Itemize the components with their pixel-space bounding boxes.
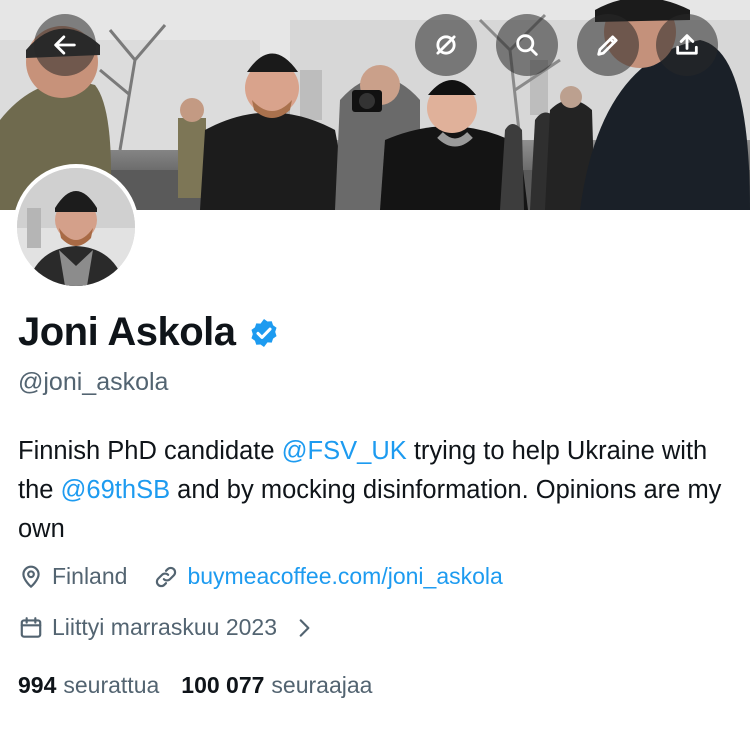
display-name: Joni Askola [18,310,236,354]
edit-button[interactable] [577,14,639,76]
share-button[interactable] [656,14,718,76]
following-label: seurattua [63,672,160,698]
back-button[interactable] [34,14,96,76]
following-stat[interactable]: 994 seurattua [18,672,159,699]
bio-mention-fsv[interactable]: @FSV_UK [282,437,407,465]
location-pin-icon [22,565,40,588]
bio-mention-69thsb[interactable]: @69thSB [61,476,171,504]
joined-row[interactable]: Liittyi marraskuu 2023 [18,614,317,641]
followers-label: seuraajaa [271,672,373,698]
grok-button[interactable] [415,14,477,76]
calendar-icon [20,616,42,638]
share-icon [676,34,698,55]
avatar-photo [17,168,135,286]
user-handle: @joni_askola [18,368,169,396]
website-link[interactable]: buymeacoffee.com/joni_askola [187,563,502,590]
search-icon [516,34,538,56]
follow-stats: 994 seurattua 100 077 seuraajaa [18,672,394,699]
profile-avatar[interactable] [13,164,139,290]
joined-date: Liittyi marraskuu 2023 [52,614,277,640]
followers-count: 100 077 [181,672,265,698]
profile-meta: Finland buymeacoffee.com/joni_askola [18,563,529,590]
location-item: Finland [18,563,127,590]
followers-stat[interactable]: 100 077 seuraajaa [181,672,372,699]
chevron-right-icon [299,618,310,637]
edit-icon [597,35,618,56]
grok-icon [436,35,456,55]
link-icon [156,566,177,587]
following-count: 994 [18,672,57,698]
search-button[interactable] [496,14,558,76]
joined-item[interactable]: Liittyi marraskuu 2023 [18,614,317,641]
arrow-left-icon [54,35,76,55]
profile-bio: Finnish PhD candidate @FSV_UK trying to … [18,432,738,549]
verified-badge-icon[interactable] [248,317,280,349]
website-item[interactable]: buymeacoffee.com/joni_askola [153,563,503,590]
name-row: Joni Askola [18,310,280,355]
bio-text: Finnish PhD candidate [18,437,282,465]
location-text: Finland [52,563,128,589]
